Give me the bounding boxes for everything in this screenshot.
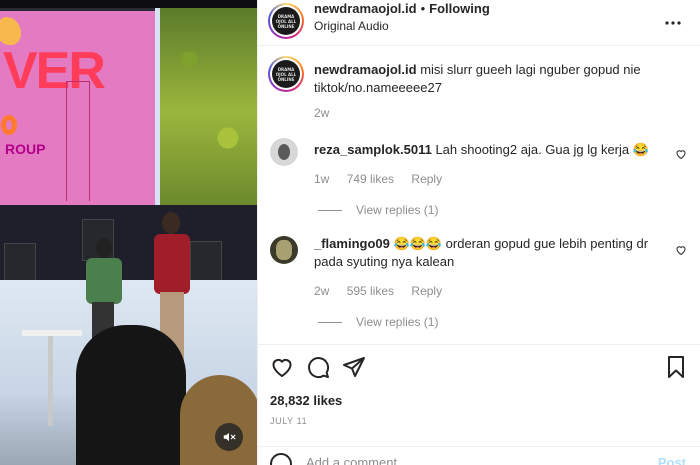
post-comment-button[interactable]: Post — [658, 455, 686, 465]
speaker-cabinet — [4, 243, 36, 285]
separator-dot: • — [420, 1, 426, 16]
comment-meta: 2w 595 likes Reply — [314, 284, 456, 298]
bookmark-icon[interactable] — [664, 355, 688, 379]
view-replies-button[interactable]: View replies (1) — [318, 203, 438, 217]
person-head — [96, 238, 112, 258]
replies-line — [318, 321, 342, 323]
screen-graphic-ring — [1, 115, 17, 135]
caption-avatar[interactable]: DRAMA OJOL ALL ONLINE — [268, 56, 304, 92]
audience-silhouette — [76, 325, 186, 465]
more-options-icon — [665, 21, 681, 25]
like-count[interactable]: 28,832 likes — [270, 393, 342, 408]
author-username[interactable]: newdramaojol.id — [314, 1, 417, 16]
post-header: DRAMA OJOL ALL ONLINE newdramaojol.id • Fo… — [258, 0, 700, 46]
screen-text-small: ROUP — [5, 141, 46, 157]
author-avatar[interactable]: DRAMA OJOL ALL ONLINE — [268, 3, 304, 39]
person-head — [162, 212, 180, 234]
view-replies-button[interactable]: View replies (1) — [318, 315, 438, 329]
caption-age: 2w — [314, 106, 330, 120]
comments-list[interactable]: DRAMA OJOL ALL ONLINE newdramaojol.id mi… — [258, 46, 700, 344]
post-date: JULY 11 — [270, 416, 308, 426]
avatar-image — [276, 240, 292, 260]
more-options-button[interactable] — [662, 12, 684, 34]
comment: _flamingo09 😂😂😂 orderan gopud gue lebih … — [314, 235, 664, 271]
stage-screen: VER ROUP — [0, 8, 158, 208]
comment-like-heart-icon[interactable] — [675, 148, 687, 160]
comment-meta: 1w 749 likes Reply — [314, 172, 456, 186]
author-line: newdramaojol.id • Following — [314, 1, 490, 16]
avatar-image: DRAMA OJOL ALL ONLINE — [272, 7, 300, 35]
avatar-text: DRAMA OJOL ALL ONLINE — [275, 66, 297, 82]
comment-age: 2w — [314, 284, 330, 298]
speaker-cabinet — [190, 241, 222, 283]
comment-username[interactable]: _flamingo09 — [314, 236, 390, 251]
muted-speaker-icon — [223, 432, 236, 442]
caption: newdramaojol.id misi slurr gueeh lagi ng… — [314, 61, 684, 97]
audience-silhouette — [180, 375, 257, 465]
comment-like-heart-icon[interactable] — [675, 244, 687, 256]
person-body — [86, 258, 122, 304]
commenter-avatar[interactable] — [270, 138, 298, 166]
comment-age: 1w — [314, 172, 330, 186]
comment-username[interactable]: reza_samplok.5011 — [314, 142, 432, 157]
emoji-icon[interactable] — [270, 453, 292, 465]
comment-input[interactable] — [306, 455, 606, 465]
avatar-text: DRAMA OJOL ALL ONLINE — [275, 13, 297, 29]
following-button[interactable]: Following — [429, 1, 490, 16]
post-media-video[interactable]: VER ROUP — [0, 0, 257, 465]
comment-text: Lah shooting2 aja. Gua jg lg kerja 😂 — [435, 142, 649, 157]
commenter-avatar[interactable] — [270, 236, 298, 264]
reply-button[interactable]: Reply — [411, 284, 442, 298]
mute-button[interactable] — [215, 423, 243, 451]
comment: reza_samplok.5011 Lah shooting2 aja. Gua… — [314, 141, 664, 159]
add-comment-bar: Post — [258, 446, 700, 465]
share-icon[interactable] — [342, 355, 366, 379]
person-body — [154, 234, 190, 294]
audio-label[interactable]: Original Audio — [314, 19, 389, 33]
avatar-image: DRAMA OJOL ALL ONLINE — [272, 60, 300, 88]
comment-likes[interactable]: 749 likes — [347, 172, 394, 186]
comment-icon[interactable] — [306, 355, 330, 379]
stage-backdrop — [0, 205, 257, 285]
reply-button[interactable]: Reply — [411, 172, 442, 186]
view-replies-label: View replies (1) — [356, 203, 439, 217]
avatar-image — [278, 144, 290, 160]
caption-username[interactable]: newdramaojol.id — [314, 62, 417, 77]
screen-tower-graphic — [66, 81, 90, 201]
comment-likes[interactable]: 595 likes — [347, 284, 394, 298]
view-replies-label: View replies (1) — [356, 315, 439, 329]
heart-icon[interactable] — [270, 355, 294, 379]
replies-line — [318, 209, 342, 211]
table-leg — [48, 336, 53, 426]
